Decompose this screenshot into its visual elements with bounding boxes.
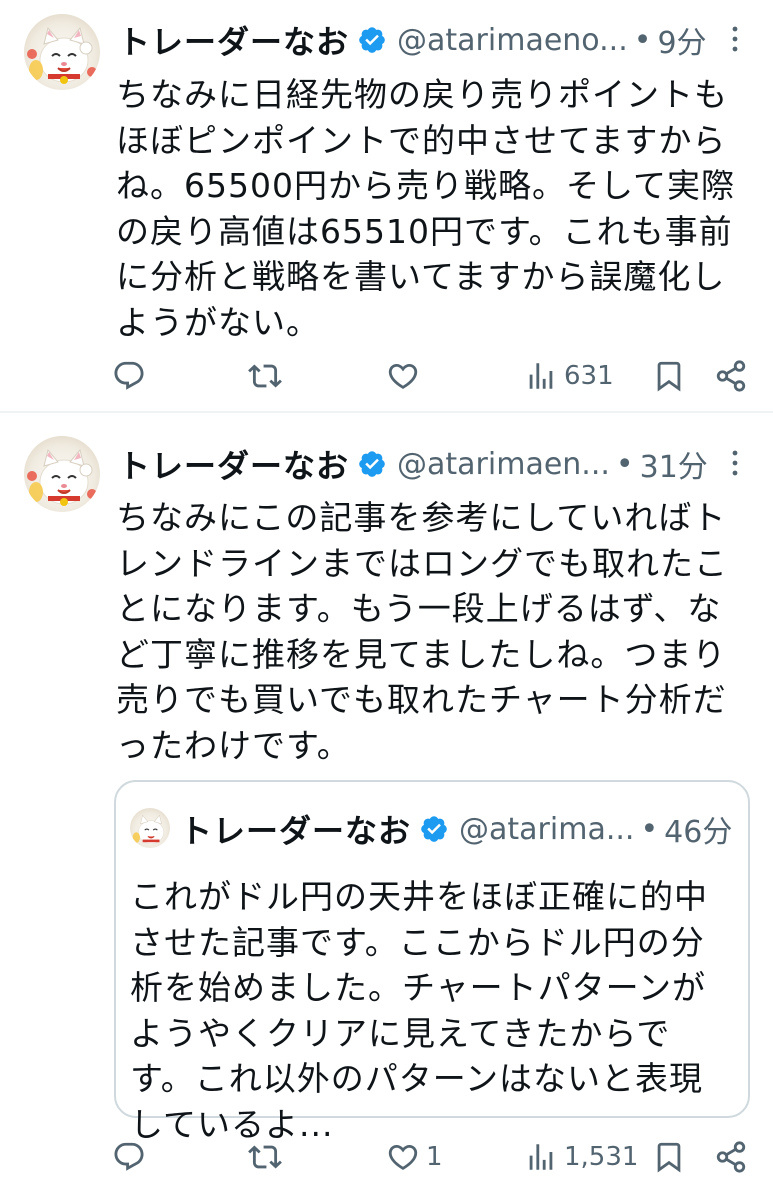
avatar[interactable]	[24, 436, 100, 512]
reply-button[interactable]	[112, 354, 152, 398]
tweet-actions: 1 1,531	[0, 1135, 773, 1179]
quote-author-name: トレーダーなお	[180, 812, 412, 850]
quote-text: これがドル円の天井をほぼ正確に的中させた記事です。ここからドル円の分析を始めまし…	[130, 877, 708, 1144]
more-icon[interactable]	[725, 24, 745, 54]
bookmark-icon	[657, 361, 681, 392]
tweet-header: トレーダーなお @atarimaeno... • 9分	[118, 18, 707, 62]
bookmark-button[interactable]	[652, 354, 686, 398]
views-icon	[529, 1144, 553, 1170]
tweet-text: ちなみにこの記事を参考にしていればトレンドラインまではロングでも取れたことになり…	[116, 498, 728, 765]
retweet-button[interactable]	[248, 1135, 288, 1179]
tweet-text: ちなみに日経先物の戻り売りポイントもほぼピンポイントで的中させてますからね。65…	[116, 75, 735, 342]
reply-icon	[114, 1142, 144, 1171]
views-button[interactable]: 1,531	[524, 1135, 638, 1179]
verified-badge-icon	[421, 816, 447, 842]
share-icon	[716, 1141, 746, 1173]
bookmark-button[interactable]	[652, 1135, 686, 1179]
reply-button[interactable]	[112, 1135, 152, 1179]
quote-avatar	[130, 808, 170, 848]
author-name[interactable]: トレーダーなお	[118, 17, 349, 63]
views-icon	[529, 363, 553, 389]
verified-badge-icon	[359, 27, 385, 53]
like-button[interactable]: 1	[386, 1135, 443, 1179]
quote-header: トレーダーなお @atarima... • 46分	[180, 808, 733, 851]
separator-dot: •	[615, 446, 634, 482]
views-count: 631	[564, 361, 614, 391]
retweet-icon	[248, 364, 282, 388]
share-icon	[716, 360, 746, 392]
timestamp[interactable]: 31分	[640, 442, 708, 486]
tweet[interactable]: トレーダーなお @atarimaen... • 31分 ちなみにこの記事を参考に…	[0, 413, 773, 1200]
retweet-button[interactable]	[248, 354, 288, 398]
author-handle[interactable]: @atarimaeno...	[397, 23, 628, 58]
like-icon	[388, 1144, 418, 1170]
views-count: 1,531	[564, 1142, 639, 1172]
reply-icon	[114, 361, 144, 390]
more-icon[interactable]	[725, 448, 745, 478]
maneki-neko-avatar-image	[27, 448, 97, 506]
like-count: 1	[426, 1142, 443, 1172]
avatar[interactable]	[24, 14, 100, 90]
separator-dot: •	[633, 22, 652, 58]
maneki-neko-avatar-image	[27, 26, 97, 84]
share-button[interactable]	[714, 354, 748, 398]
tweet[interactable]: トレーダーなお @atarimaeno... • 9分 ちなみに日経先物の戻り売…	[0, 0, 773, 412]
retweet-icon	[248, 1145, 282, 1169]
quote-timestamp: 46分	[664, 815, 733, 850]
verified-badge-icon	[359, 451, 385, 477]
separator-dot: •	[640, 811, 659, 847]
author-handle[interactable]: @atarimaen...	[397, 447, 610, 482]
like-icon	[388, 363, 418, 389]
quote-tweet[interactable]: トレーダーなお @atarima... • 46分 これがドル円の天井をほぼ正確…	[114, 780, 750, 1144]
timestamp[interactable]: 9分	[657, 18, 706, 62]
tweet-actions: 631	[0, 354, 773, 398]
like-button[interactable]	[386, 354, 426, 398]
share-button[interactable]	[714, 1135, 748, 1179]
quote-author-handle: @atarima...	[459, 811, 635, 847]
maneki-neko-avatar-image	[132, 814, 164, 845]
tweet-header: トレーダーなお @atarimaen... • 31分	[118, 442, 708, 486]
bookmark-icon	[657, 1142, 681, 1173]
author-name[interactable]: トレーダーなお	[118, 441, 349, 487]
views-button[interactable]: 631	[524, 354, 614, 398]
